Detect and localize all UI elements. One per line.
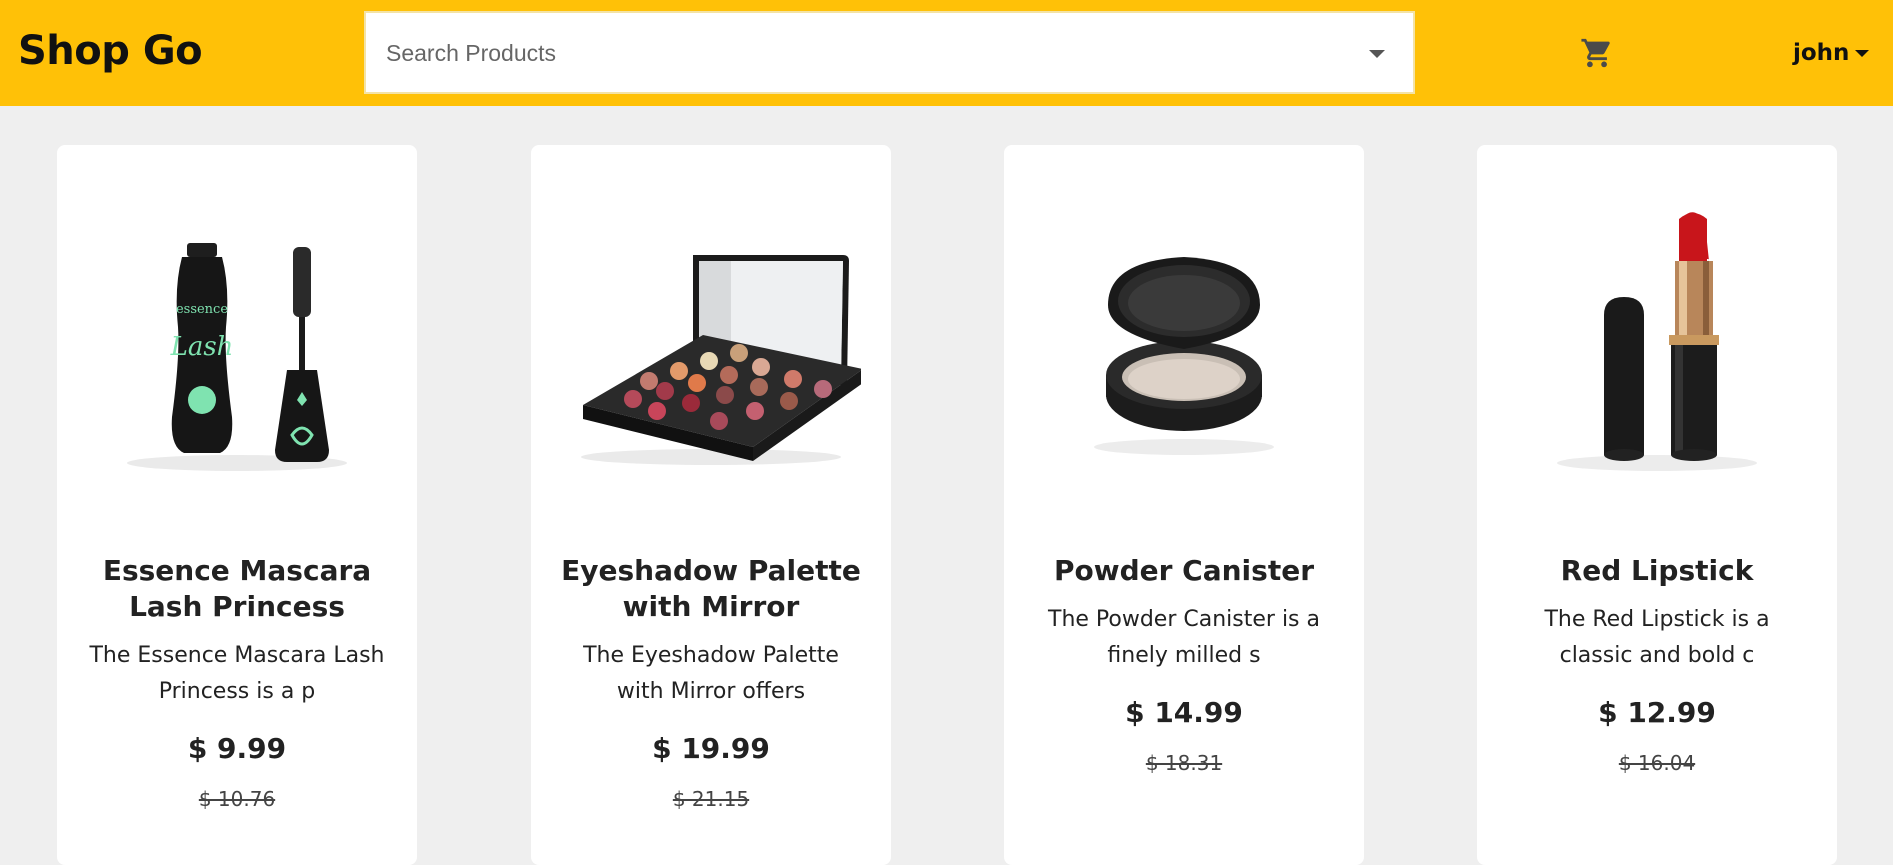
- product-description: The Red Lipstick is a classic and bold c: [1544, 607, 1770, 668]
- svg-text:essence: essence: [176, 302, 228, 317]
- product-price: $ 9.99: [187, 732, 287, 765]
- product-description: The Eyeshadow Palette with Mirror offers: [583, 643, 839, 704]
- chevron-down-icon[interactable]: [1369, 50, 1385, 58]
- navbar: Shop Go john: [0, 0, 1893, 106]
- product-description: The Powder Canister is a finely milled s: [1048, 607, 1320, 668]
- product-card[interactable]: Eyeshadow Palette with Mirror The Eyesha…: [531, 145, 891, 865]
- product-price: $ 12.99: [1598, 696, 1716, 729]
- product-original-price: $ 16.04: [1618, 751, 1696, 775]
- product-original-price: $ 10.76: [198, 787, 276, 811]
- product-card[interactable]: Red Lipstick The Red Lipstick is a class…: [1477, 145, 1837, 865]
- product-original-price: $ 18.31: [1145, 751, 1223, 775]
- lipstick-image: [1557, 212, 1757, 471]
- user-name: john: [1793, 40, 1850, 66]
- user-menu[interactable]: john: [1793, 40, 1870, 66]
- product-title[interactable]: Eyeshadow Palette with Mirror: [551, 553, 871, 625]
- mascara-image: essence Lash: [127, 243, 347, 471]
- eyeshadow-palette-image: [581, 255, 861, 465]
- product-original-price: $ 21.15: [672, 787, 750, 811]
- cart-icon[interactable]: [1580, 36, 1614, 70]
- product-title[interactable]: Red Lipstick: [1497, 553, 1817, 589]
- powder-canister-image: [1094, 257, 1274, 455]
- product-price: $ 14.99: [1125, 696, 1243, 729]
- product-description: The Essence Mascara Lash Princess is a p: [89, 643, 385, 704]
- product-card[interactable]: Powder Canister The Powder Canister is a…: [1004, 145, 1364, 865]
- svg-text:Lash: Lash: [170, 332, 234, 362]
- product-title[interactable]: Essence Mascara Lash Princess: [77, 553, 397, 625]
- search-input[interactable]: [384, 13, 1328, 94]
- search-bar[interactable]: [364, 11, 1415, 94]
- product-title[interactable]: Powder Canister: [1024, 553, 1344, 589]
- product-price: $ 19.99: [652, 732, 770, 765]
- chevron-down-icon: [1855, 50, 1870, 57]
- brand-logo[interactable]: Shop Go: [18, 28, 203, 74]
- product-card[interactable]: essence Lash Essence Mascara Lash Prince…: [57, 145, 417, 865]
